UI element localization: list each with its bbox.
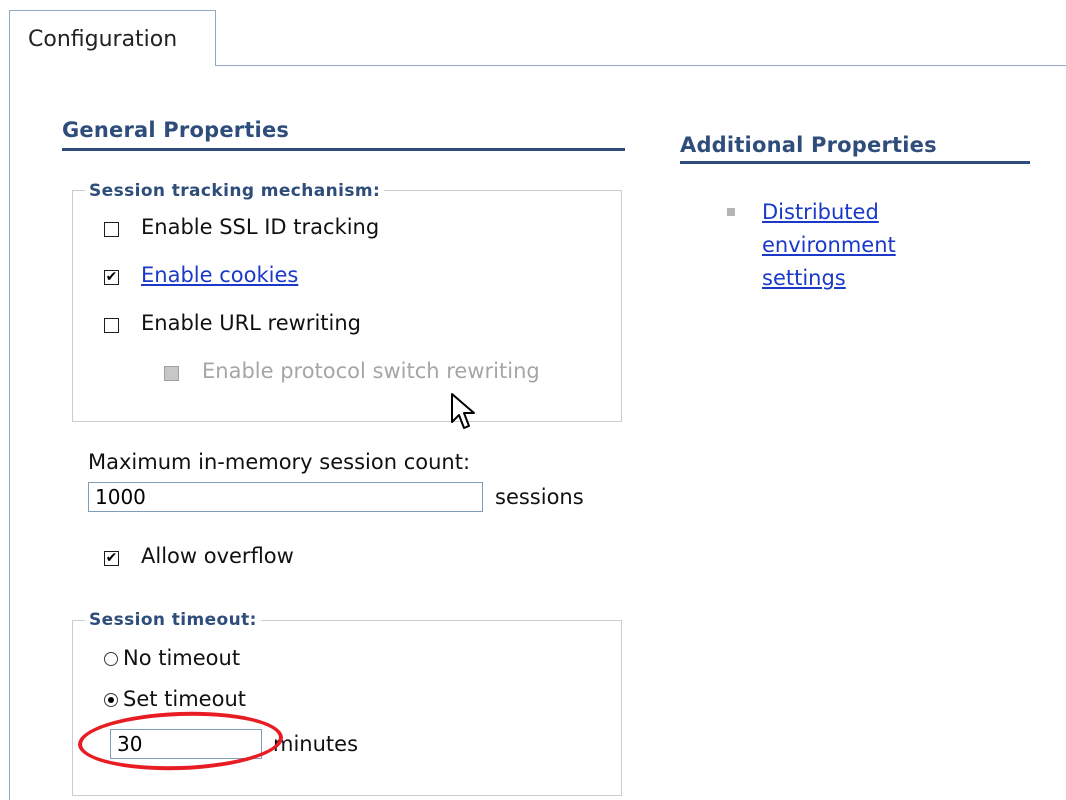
arrow-cursor-icon [451,393,475,429]
radio-selected-dot [108,697,114,703]
content-left-border [9,66,10,800]
url-rewriting-checkbox[interactable] [104,318,119,333]
link-line: Distributed [762,200,879,224]
link-line: environment [762,233,896,257]
no-timeout-label: No timeout [123,646,241,670]
additional-properties-rule [680,161,1030,164]
set-timeout-label: Set timeout [123,687,246,711]
tab-configuration[interactable]: Configuration [9,10,216,66]
tab-strip-divider [216,65,1066,66]
link-line: settings [762,266,846,290]
general-properties-heading: General Properties [62,118,290,142]
set-timeout-radio[interactable] [104,693,118,707]
allow-overflow-checkbox[interactable]: ✔ [104,551,119,566]
sessions-unit-label: sessions [495,485,584,509]
session-timeout-legend: Session timeout: [85,610,261,630]
url-rewriting-label: Enable URL rewriting [141,311,361,335]
checkmark-icon: ✔ [105,550,118,566]
checkmark-icon: ✔ [105,269,118,285]
enable-cookies-checkbox[interactable]: ✔ [104,270,119,285]
ssl-id-tracking-checkbox[interactable] [104,222,119,237]
enable-cookies-link[interactable]: Enable cookies [141,263,298,287]
max-session-count-input[interactable] [88,482,483,512]
ssl-id-tracking-label: Enable SSL ID tracking [141,215,380,239]
allow-overflow-label: Allow overflow [141,544,294,568]
protocol-switch-rewriting-clip: Enable protocol switch rewriting [202,359,620,383]
additional-properties-heading: Additional Properties [680,133,937,157]
tab-configuration-label: Configuration [28,27,178,52]
protocol-switch-rewriting-label: Enable protocol switch rewriting [202,359,540,383]
general-properties-rule [62,148,625,151]
minutes-unit-label: minutes [273,732,359,756]
no-timeout-radio[interactable] [104,652,118,666]
square-bullet-icon [727,208,735,216]
session-tracking-legend: Session tracking mechanism: [85,181,385,201]
max-session-count-label: Maximum in-memory session count: [88,450,471,474]
protocol-switch-rewriting-checkbox [164,366,179,381]
distributed-environment-settings-link[interactable]: Distributed environment settings [762,196,896,295]
